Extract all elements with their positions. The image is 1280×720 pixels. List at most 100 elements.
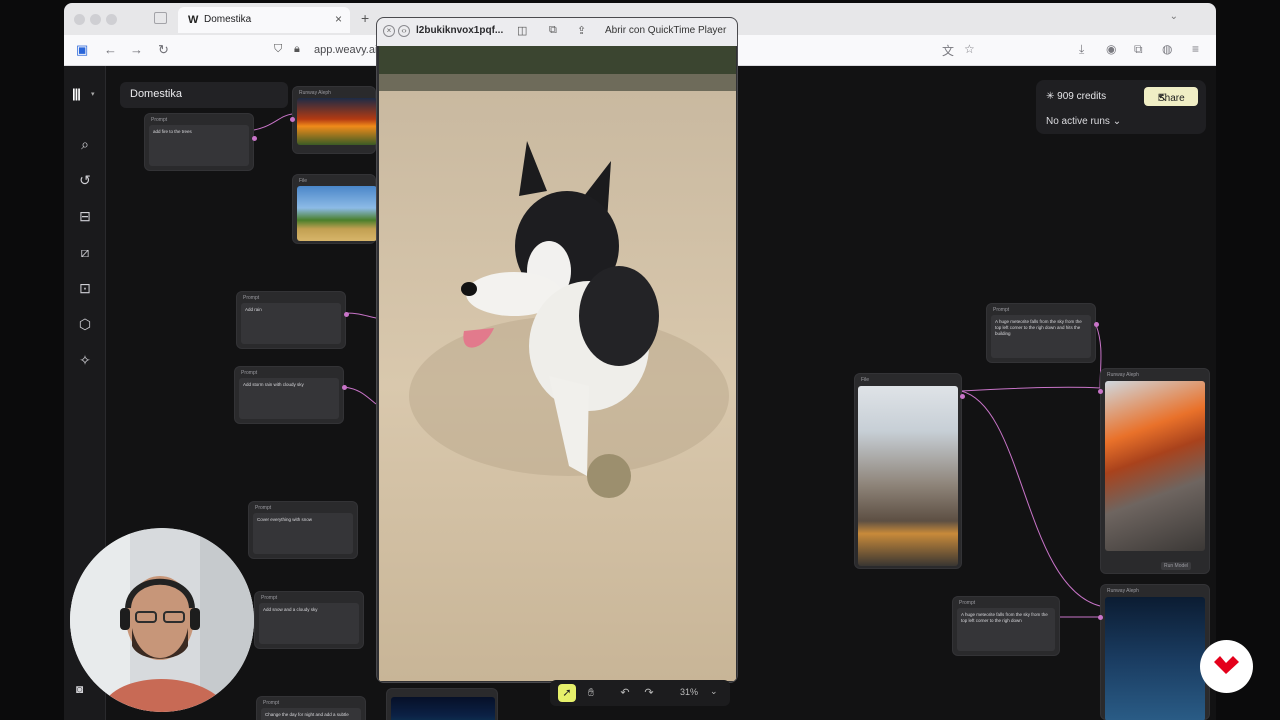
prompt-node-snow-sky[interactable]: Prompt Add snow and a cloudy sky [254,591,364,649]
domestika-logo-icon [1214,656,1239,674]
prompt-textarea[interactable]: A huge meteorite falls from the sky from… [957,608,1055,651]
node-header: File [861,377,870,383]
video-filename: l2bukiknvox1pqf... [416,25,504,36]
zoom-level[interactable]: 31% [680,687,698,697]
url-text[interactable]: app.weavy.ai [314,44,377,56]
forward-icon[interactable]: → [130,42,143,57]
bookmark-star-icon[interactable]: ☆ [964,42,975,56]
translate-icon[interactable]: 文 [942,42,954,59]
zoom-window-button[interactable] [106,14,117,25]
tab-title: Domestika [204,14,252,25]
meteor-video-thumbnail[interactable] [1105,381,1205,551]
output-port[interactable] [960,394,965,399]
runway-aleph-node-fire[interactable]: Runway Aleph [290,86,377,154]
select-tool-icon[interactable]: ➚ [558,684,576,702]
fire-video-thumbnail[interactable] [297,98,377,145]
reload-icon[interactable]: ↻ [158,42,169,58]
node-header: Prompt [241,370,258,376]
presenter-video [70,528,254,712]
open-with-quicktime-button[interactable]: Abrir con QuickTime Player [605,25,726,36]
runway-aleph-node-meteor[interactable]: Runway Aleph Run Model [1098,368,1210,574]
meteor-night-video-thumbnail[interactable] [1105,597,1205,720]
sidebar-toggle-icon[interactable] [154,12,167,24]
prompt-text: Cover everything with snow [257,517,313,522]
node-header: Prompt [263,700,280,706]
prompt-node-storm[interactable]: Prompt Add storm rain with cloudy sky [234,366,347,424]
chevron-down-icon[interactable]: ⌄ [710,686,718,697]
share-icon[interactable]: ⇪ [577,24,586,37]
prompt-node-fire[interactable]: Prompt add fire to the trees [144,113,257,171]
canvas-toolbar: ➚ ✋︎ ↶ ↷ 31% ⌄ [550,680,730,706]
sidebar-view-icon[interactable]: ▣ [76,42,88,58]
prompt-textarea[interactable]: Add snow and a cloudy sky [259,603,359,644]
prompt-text: Add snow and a cloudy sky [263,607,318,612]
fullscreen-preview-icon[interactable]: ‹› [398,25,410,37]
prompt-node-meteor-building[interactable]: Prompt A huge meteorite falls from the s… [986,303,1099,363]
extension-icon[interactable]: ◉ [1106,42,1116,56]
node-header: Runway Aleph [1107,372,1139,378]
node-header: Runway Aleph [1107,588,1139,594]
file-node-tree[interactable]: File [292,174,377,244]
prompt-node-rain[interactable]: Prompt Add rain [236,291,349,349]
prompt-text: add fire to the trees [153,129,192,134]
weavy-favicon-icon: W [188,14,199,26]
prompt-text: Add storm rain with cloudy sky [243,382,304,387]
undo-icon[interactable]: ↶ [616,684,634,702]
file-node-building[interactable]: File [854,373,965,569]
tab-close-icon[interactable]: × [335,12,342,26]
tab-list-chevron-icon[interactable]: ⌄ [1170,11,1178,22]
prompt-textarea[interactable]: Add rain [241,303,341,344]
redo-icon[interactable]: ↷ [640,684,658,702]
webcam-overlay [70,528,254,712]
new-tab-button[interactable]: + [361,10,369,26]
prompt-node-cover-snow[interactable]: Prompt Cover everything with snow [248,501,358,559]
back-icon[interactable]: ← [104,42,117,57]
prompt-text: Change the day for night and add a subtl… [265,712,349,717]
profile-icon[interactable]: ◍ [1162,42,1172,56]
dog-on-beach-video[interactable] [379,46,736,681]
prompt-textarea[interactable]: A huge meteorite falls from the sky from… [991,315,1091,358]
prompt-textarea[interactable]: Change the day for night and add a subtl… [261,708,361,720]
dog-video-frame [379,46,736,681]
shield-icon[interactable]: ⛉ [274,43,282,56]
node-header: Prompt [993,307,1010,313]
quicktime-preview-window[interactable]: × ‹› l2bukiknvox1pqf... ◫ ⧉ ⇪ Abrir con … [376,17,738,683]
prompt-node-night[interactable]: Prompt Change the day for night and add … [256,696,366,720]
output-port[interactable] [1094,322,1099,327]
prompt-textarea[interactable]: Cover everything with snow [253,513,353,554]
prompt-text: Add rain [245,307,262,312]
input-port[interactable] [290,117,295,122]
runway-aleph-node-night[interactable] [386,688,498,720]
node-header: Prompt [959,600,976,606]
node-header: Prompt [255,505,272,511]
downloads-icon[interactable]: ⤓ [1079,42,1084,57]
run-model-button[interactable]: Run Model [1161,562,1192,570]
prompt-textarea[interactable]: Add storm rain with cloudy sky [239,378,339,419]
prompt-text: A huge meteorite falls from the sky from… [995,319,1082,336]
lock-icon[interactable]: 🔒︎ [294,43,300,56]
quicktime-toolbar: × ‹› l2bukiknvox1pqf... ◫ ⧉ ⇪ Abrir con … [377,18,737,46]
tree-image-thumbnail[interactable] [297,186,377,241]
open-external-icon[interactable]: ⧉ [549,24,557,37]
input-port[interactable] [1098,615,1103,620]
output-port[interactable] [252,136,257,141]
minimize-window-button[interactable] [90,14,101,25]
extensions-puzzle-icon[interactable]: ⧉ [1134,42,1143,57]
close-preview-icon[interactable]: × [383,25,395,37]
grand-central-image-thumbnail[interactable] [858,386,958,566]
hand-tool-icon[interactable]: ✋︎ [582,684,600,702]
close-window-button[interactable] [74,14,85,25]
tab-domestika[interactable]: W Domestika × [178,7,350,33]
output-port[interactable] [344,312,349,317]
prompt-node-meteor[interactable]: Prompt A huge meteorite falls from the s… [952,596,1060,656]
menu-icon[interactable]: ≡ [1192,42,1199,56]
screen: W Domestika × + ⌄ ▣ ← → ↻ ⛉ 🔒︎ app.weavy… [0,0,1280,720]
prompt-text: A huge meteorite falls from the sky from… [961,612,1048,623]
runway-aleph-node-meteor-2[interactable]: Runway Aleph [1098,584,1210,720]
input-port[interactable] [1098,389,1103,394]
node-header: Prompt [151,117,168,123]
sidebar-toggle-icon[interactable]: ◫ [517,24,527,37]
output-port[interactable] [342,385,347,390]
prompt-textarea[interactable]: add fire to the trees [149,125,249,166]
night-video-thumbnail[interactable] [391,697,495,720]
